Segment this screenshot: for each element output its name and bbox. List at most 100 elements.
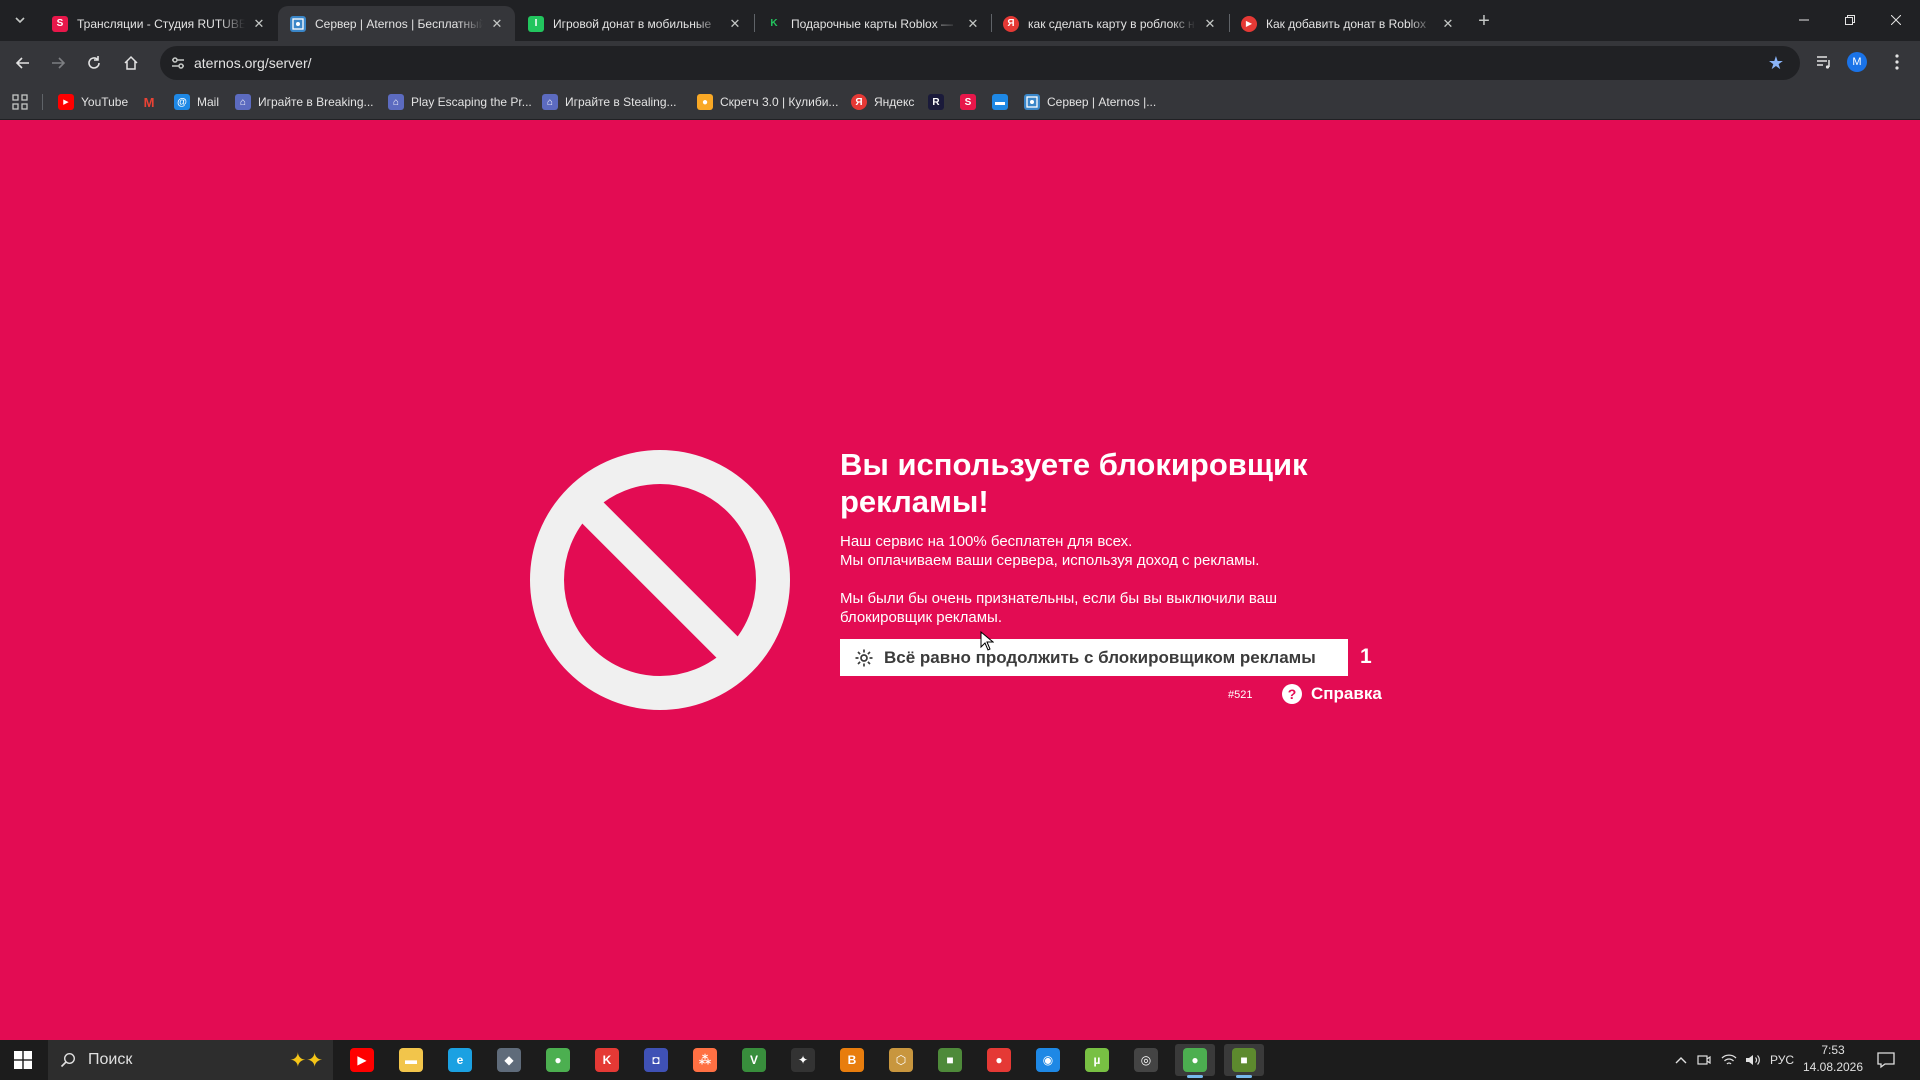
continue-with-adblock-button[interactable]: Всё равно продолжить с блокировщиком рек… [840, 639, 1348, 676]
bookmark-scratch[interactable]: ● Скретч 3.0 | Кулиби... [697, 90, 838, 114]
tab-yandex-search[interactable]: Я как сделать карту в роблокс н ✕ [991, 6, 1228, 41]
bookmark-label: YouTube [81, 95, 129, 109]
bookmark-gmail[interactable]: M [141, 90, 164, 114]
blue-app-icon: ◘ [644, 1048, 668, 1072]
notification-center-button[interactable] [1874, 1048, 1898, 1072]
intro-paragraph: Наш сервис на 100% бесплатен для всех. М… [840, 532, 1360, 570]
gmail-icon: M [143, 94, 155, 110]
start-button[interactable] [0, 1040, 46, 1080]
bookmark-rutube[interactable]: R [928, 90, 951, 114]
rutube-icon: R [928, 94, 944, 110]
site-info-icon[interactable] [168, 53, 188, 73]
bookmark-aternos[interactable]: Сервер | Aternos |... [1024, 90, 1156, 114]
request-paragraph: Мы были бы очень признательны, если бы в… [840, 590, 1278, 626]
taskbar-app-button[interactable]: ◎ [1126, 1044, 1166, 1076]
tab-game-donate[interactable]: I Игровой донат в мобильные ✕ [516, 6, 753, 41]
close-icon[interactable]: ✕ [965, 16, 981, 32]
taskbar-app-button[interactable]: K [587, 1044, 627, 1076]
tab-title: как сделать карту в роблокс н [1028, 16, 1195, 31]
bookmark-chat[interactable]: ▬ [992, 90, 1015, 114]
close-icon [1891, 15, 1901, 25]
show-hidden-icons-button[interactable] [1670, 1040, 1692, 1080]
address-bar[interactable]: aternos.org/server/ ★ [160, 46, 1800, 80]
dark-app-icon: ✦ [791, 1048, 815, 1072]
close-window-button[interactable] [1873, 0, 1919, 40]
taskbar-app-button[interactable]: ◆ [489, 1044, 529, 1076]
youtube-icon: ▶ [58, 94, 74, 110]
playlist-icon [1817, 56, 1830, 69]
tab-rutube-studio[interactable]: S Трансляции - Студия RUTUBE ✕ [40, 6, 277, 41]
minimize-button[interactable] [1781, 0, 1827, 40]
browser-menu-button[interactable] [1882, 47, 1912, 77]
tab-roblox-cards[interactable]: K Подарочные карты Roblox — ✕ [754, 6, 991, 41]
taskbar-app-button[interactable]: µ [1077, 1044, 1117, 1076]
close-icon[interactable]: ✕ [727, 16, 743, 32]
sparkle-icon: ✦✦ [289, 1050, 323, 1072]
yandex-icon: Я [851, 94, 867, 110]
close-icon[interactable]: ✕ [1440, 16, 1456, 32]
tab-roblox-donate[interactable]: ▶ Как добавить донат в Roblox ✕ [1229, 6, 1466, 41]
help-link[interactable]: ? Справка [1282, 684, 1382, 704]
taskbar-app-button[interactable]: e [440, 1044, 480, 1076]
taskbar-app-button[interactable]: ▬ [391, 1044, 431, 1076]
taskbar-app-button[interactable]: ◉ [1028, 1044, 1068, 1076]
camera-tray-icon[interactable] [1694, 1040, 1714, 1080]
tab-aternos-server[interactable]: Сервер | Aternos | Бесплатный ✕ [278, 6, 515, 41]
blender-icon: B [840, 1048, 864, 1072]
volume-icon[interactable] [1742, 1040, 1764, 1080]
taskbar-app-button[interactable]: ▶ [342, 1044, 382, 1076]
new-tab-button[interactable]: + [1471, 8, 1497, 34]
prohibited-icon [530, 450, 790, 710]
taskbar-app-button[interactable]: ● [538, 1044, 578, 1076]
forward-button[interactable] [42, 47, 74, 79]
taskbar-app-button[interactable]: ✦ [783, 1044, 823, 1076]
bookmark-stealing[interactable]: ⌂ Играйте в Stealing... [542, 90, 677, 114]
bookmarks-divider [42, 94, 43, 110]
tab-search-button[interactable] [8, 8, 32, 32]
taskbar-app-button[interactable]: ◘ [636, 1044, 676, 1076]
restore-button[interactable] [1827, 0, 1873, 40]
chrome-icon: ● [546, 1048, 570, 1072]
taskbar-app-button[interactable]: ● [1175, 1044, 1215, 1078]
bookmarks-bar: ▶ YouTube M @ Mail ⌂ Играйте в Breaking.… [0, 84, 1920, 120]
bookmark-breaking[interactable]: ⌂ Играйте в Breaking... [235, 90, 374, 114]
bookmark-star-icon[interactable]: ★ [1766, 53, 1786, 73]
bookmark-studio[interactable]: S [960, 90, 983, 114]
sphere-app-icon: ◉ [1036, 1048, 1060, 1072]
taskbar-app-button[interactable]: V [734, 1044, 774, 1076]
taskbar-app-button[interactable]: B [832, 1044, 872, 1076]
taskbar-search-box[interactable]: Поиск ✦✦ [48, 1040, 333, 1080]
home-button[interactable] [115, 47, 147, 79]
taskbar-app-button[interactable]: ● [979, 1044, 1019, 1076]
profile-avatar[interactable]: M [1847, 52, 1867, 72]
media-controls-button[interactable] [1809, 47, 1839, 77]
close-icon[interactable]: ✕ [489, 16, 505, 32]
bookmark-mail[interactable]: @ Mail [174, 90, 219, 114]
taskbar-app-button[interactable]: ⁂ [685, 1044, 725, 1076]
close-icon[interactable]: ✕ [251, 16, 267, 32]
bookmark-yandex[interactable]: Я Яндекс [851, 90, 914, 114]
scratch-cat-icon: ● [697, 94, 713, 110]
rutube-studio-favicon-icon: S [52, 15, 68, 32]
kaspersky-icon: K [595, 1048, 619, 1072]
clock[interactable]: 7:53 14.08.2026 [1798, 1042, 1868, 1076]
taskbar-app-button[interactable]: ■ [930, 1044, 970, 1076]
edge-icon: e [448, 1048, 472, 1072]
reload-button[interactable] [78, 47, 110, 79]
back-button[interactable] [7, 47, 39, 79]
apps-grid-icon[interactable] [12, 94, 28, 110]
search-placeholder: Поиск [88, 1051, 133, 1068]
chevron-down-icon [15, 17, 25, 24]
gamepad-icon: ⌂ [235, 94, 251, 110]
bookmark-youtube[interactable]: ▶ YouTube [58, 90, 128, 114]
taskbar-app-button[interactable]: ■ [1224, 1044, 1264, 1078]
close-icon[interactable]: ✕ [1202, 16, 1218, 32]
windows-taskbar: Поиск ✦✦ ▶ ▬ e ◆ ● K ◘ ⁂ V ✦ B ⬡ ■ ● ◉ µ ◎ ● ■ РУС 7:53 14… [0, 1040, 1920, 1080]
tab-strip: S Трансляции - Студия RUTUBE ✕ Сервер | … [0, 0, 1920, 41]
record-icon: ● [987, 1048, 1011, 1072]
bookmark-escaping[interactable]: ⌂ Play Escaping the Pr... [388, 90, 532, 114]
taskbar-app-button[interactable]: ⬡ [881, 1044, 921, 1076]
arrow-right-icon [52, 57, 66, 69]
wifi-icon[interactable] [1718, 1040, 1740, 1080]
language-indicator[interactable]: РУС [1766, 1040, 1798, 1080]
